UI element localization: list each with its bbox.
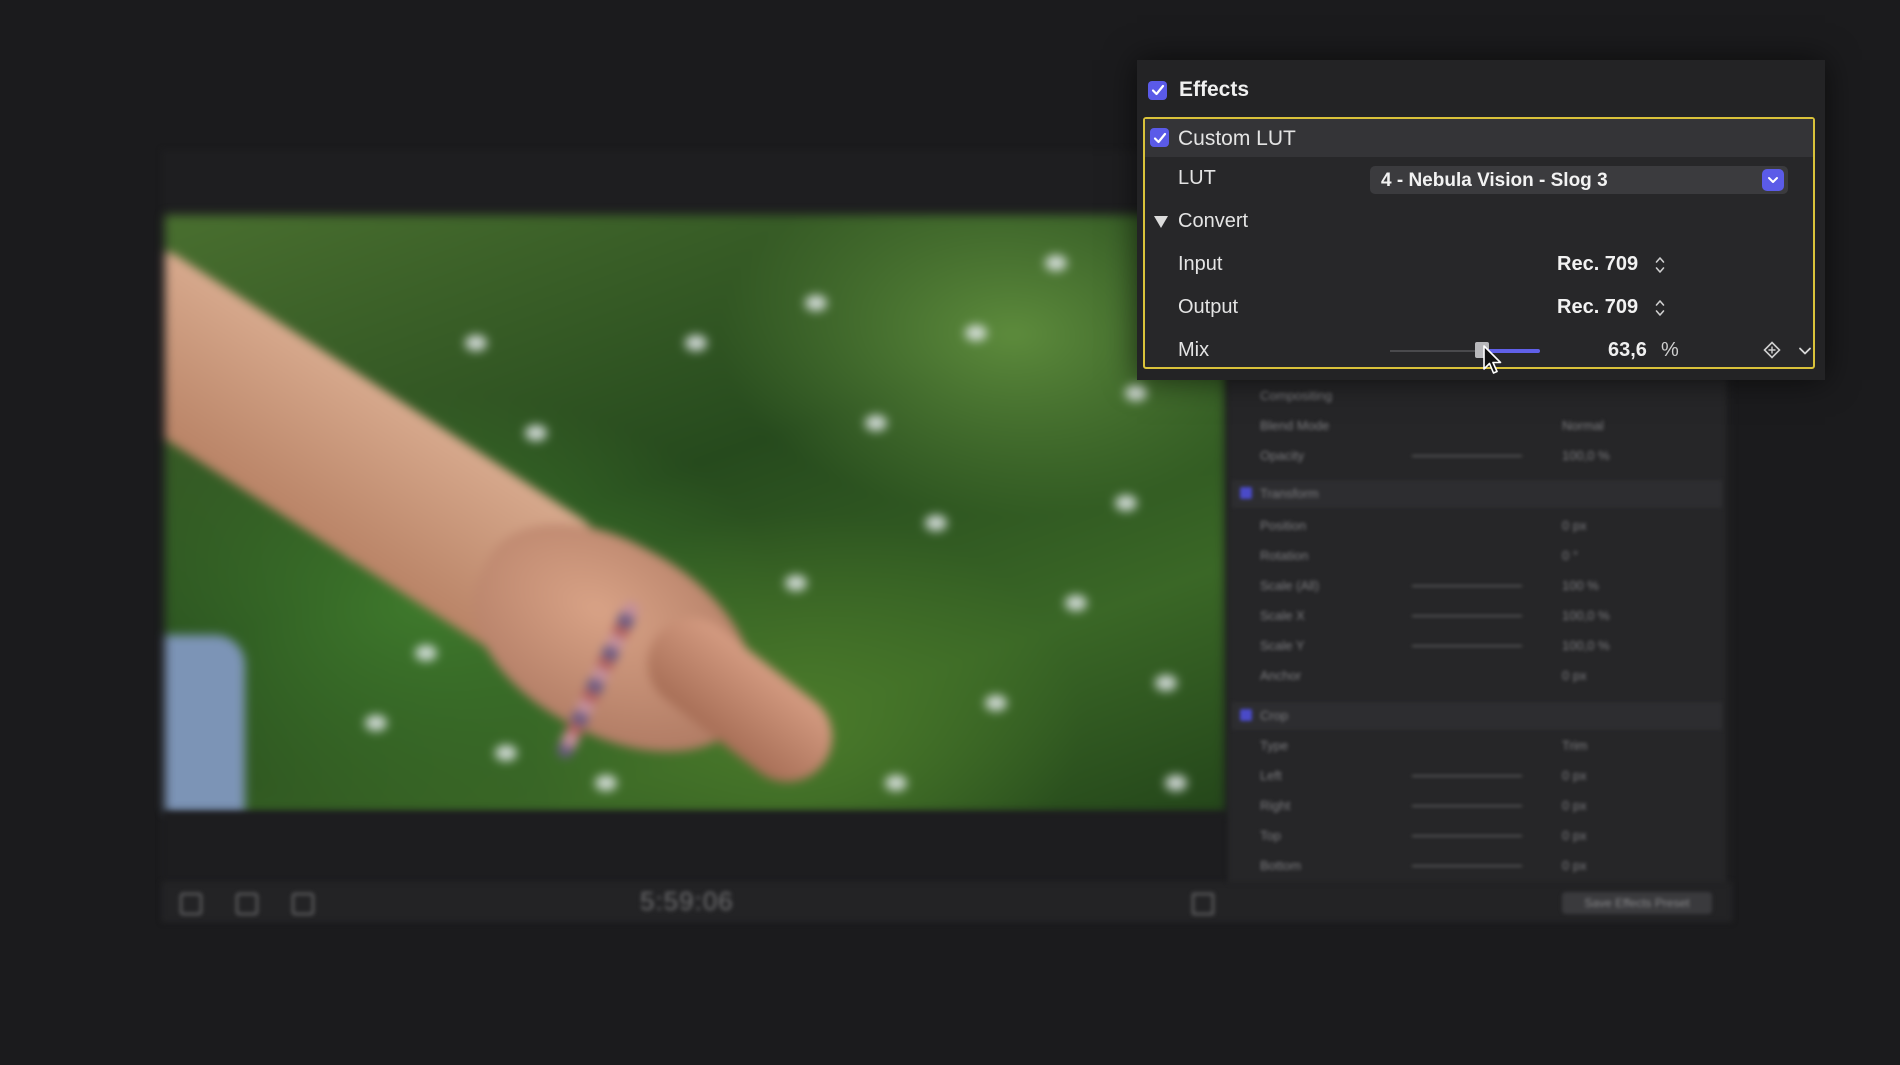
section-transform: Transform [1232, 480, 1722, 508]
row-scale-y: Scale Y 100,0 % [1260, 638, 1610, 653]
input-row: Input [1145, 246, 1813, 286]
mix-slider-track[interactable] [1390, 350, 1483, 352]
row-blend-mode: Blend Mode Normal [1260, 418, 1604, 433]
fullscreen-icon[interactable] [1192, 893, 1214, 915]
section-crop: Crop [1232, 702, 1722, 730]
row-crop-top: Top 0 px [1260, 828, 1587, 843]
output-row: Output [1145, 289, 1813, 329]
row-opacity: Opacity 100,0 % [1260, 448, 1610, 463]
row-crop-bottom: Bottom 0 px [1260, 858, 1587, 873]
custom-lut-enable-checkbox[interactable] [1150, 128, 1169, 147]
checkmark-icon [1151, 84, 1164, 96]
mix-value-field[interactable]: 63,6 [1608, 339, 1647, 362]
enhance-icon[interactable] [292, 893, 314, 915]
row-rotation: Rotation 0 ° [1260, 548, 1579, 563]
convert-row[interactable]: Convert [1145, 203, 1813, 243]
lut-selected-value: 4 - Nebula Vision - Slog 3 [1381, 170, 1608, 191]
lut-label: LUT [1178, 167, 1216, 189]
transform-tool-icon[interactable] [236, 893, 258, 915]
view-options-icon[interactable] [180, 893, 202, 915]
custom-lut-title: Custom LUT [1178, 127, 1296, 150]
row-crop-right: Right 0 px [1260, 798, 1587, 813]
section-compositing: Compositing [1260, 388, 1333, 403]
mix-label: Mix [1178, 339, 1210, 361]
row-crop-type: Type Trim [1260, 738, 1588, 753]
mouse-pointer-icon [1483, 345, 1502, 374]
row-position: Position 0 px [1260, 518, 1587, 533]
row-scale-all: Scale (All) 100 % [1260, 578, 1599, 593]
viewer-toolbar [162, 882, 1732, 922]
chevron-down-icon[interactable] [1762, 169, 1784, 191]
up-down-stepper-icon[interactable] [1655, 299, 1665, 317]
output-popup[interactable]: Rec. 709 [1557, 296, 1638, 319]
convert-label: Convert [1178, 210, 1249, 232]
custom-lut-header[interactable]: Custom LUT [1145, 119, 1813, 157]
row-scale-x: Scale X 100,0 % [1260, 608, 1610, 623]
input-label: Input [1178, 253, 1223, 275]
row-anchor: Anchor 0 px [1260, 668, 1587, 683]
mix-unit: % [1661, 339, 1679, 361]
video-viewer [165, 215, 1225, 812]
effects-title: Effects [1179, 78, 1250, 101]
output-label: Output [1178, 296, 1239, 318]
chevron-down-icon[interactable] [1798, 344, 1812, 358]
effects-header: Effects [1148, 76, 1249, 104]
lut-dropdown[interactable]: 4 - Nebula Vision - Slog 3 [1370, 166, 1788, 194]
save-effects-preset-button[interactable]: Save Effects Preset [1562, 892, 1712, 914]
input-popup[interactable]: Rec. 709 [1557, 253, 1638, 276]
keyframe-diamond-icon[interactable] [1763, 341, 1781, 359]
app-screen: 5:59:06 Compositing Blend Mode Normal Op… [0, 0, 1900, 1065]
effects-enable-checkbox[interactable] [1148, 80, 1167, 100]
checkmark-icon [1153, 132, 1166, 143]
row-crop-left: Left 0 px [1260, 768, 1587, 783]
up-down-stepper-icon[interactable] [1655, 256, 1665, 274]
viewer-letterbox [162, 812, 1227, 882]
timecode-display: 5:59:06 [640, 886, 734, 916]
